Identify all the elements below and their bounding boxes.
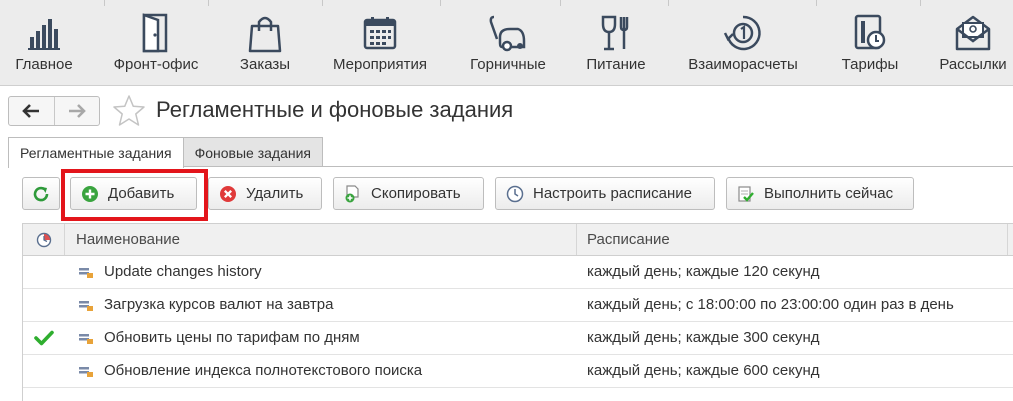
status-column-header[interactable]	[23, 224, 65, 255]
tariff-icon	[834, 12, 906, 54]
nav-item-tariffs[interactable]: Тарифы	[834, 12, 906, 78]
nav-item-label: Рассылки	[939, 56, 1007, 73]
nav-item-label: Тарифы	[841, 56, 899, 73]
job-icon	[79, 367, 93, 377]
job-name: Обновление индекса полнотекстового поиск…	[104, 362, 423, 379]
door-icon	[108, 12, 204, 54]
arrow-left-icon	[22, 104, 40, 118]
checkmark-icon	[34, 330, 54, 346]
history-navigation	[8, 96, 100, 126]
shopping-bag-icon	[230, 12, 300, 54]
nav-item-label: Взаиморасчеты	[688, 56, 798, 73]
coin-exchange-icon	[680, 12, 806, 54]
table-row[interactable]: Обновить цены по тарифам по дням каждый …	[23, 322, 1013, 355]
table-row[interactable]: Загрузка курсов валют на завтра каждый д…	[23, 289, 1013, 322]
tab-scheduled-jobs[interactable]: Регламентные задания	[8, 137, 184, 168]
job-icon	[79, 334, 93, 344]
job-schedule: каждый день; каждые 600 секунд	[587, 362, 820, 379]
job-name: Update changes history	[104, 263, 262, 280]
job-name: Обновить цены по тарифам по дням	[104, 329, 360, 346]
bar-chart-icon	[6, 12, 82, 54]
name-column-header[interactable]: Наименование	[65, 224, 577, 255]
favorite-star-icon[interactable]	[112, 94, 146, 128]
nav-item-events[interactable]: Мероприятия	[328, 12, 432, 78]
nav-item-front-office[interactable]: Фронт-офис	[108, 12, 204, 78]
nav-item-label: Питание	[586, 56, 646, 73]
table-row[interactable]: Update changes history каждый день; кажд…	[23, 256, 1013, 289]
arrow-right-icon	[68, 104, 86, 118]
top-navigation: Главное Фронт-офис Заказы Мероприятия Го…	[0, 0, 1013, 86]
nav-item-label: Мероприятия	[332, 56, 428, 73]
page-title: Регламентные и фоновые задания	[156, 97, 514, 122]
run-now-label: Выполнить сейчас	[764, 185, 894, 202]
refresh-button[interactable]	[22, 177, 60, 210]
job-icon	[79, 268, 93, 278]
delete-button-label: Удалить	[246, 185, 304, 202]
job-schedule: каждый день; с 18:00:00 по 23:00:00 один…	[587, 296, 954, 313]
wine-fork-icon	[580, 12, 652, 54]
nav-item-settlements[interactable]: Взаиморасчеты	[680, 12, 806, 78]
mail-icon	[934, 12, 1012, 54]
nav-item-label: Главное	[15, 56, 73, 73]
job-name: Загрузка курсов валют на завтра	[104, 296, 334, 313]
copy-icon	[344, 184, 362, 203]
enabled-cell	[23, 256, 65, 288]
jobs-table: Наименование Расписание Update changes h…	[22, 223, 1013, 401]
clock-icon	[506, 185, 524, 203]
add-button-label: Добавить	[108, 185, 175, 202]
job-schedule: каждый день; каждые 120 секунд	[587, 263, 820, 280]
add-icon	[81, 185, 99, 203]
enabled-cell	[23, 289, 65, 321]
job-schedule: каждый день; каждые 300 секунд	[587, 329, 820, 346]
schedule-column-header[interactable]: Расписание	[577, 224, 1008, 255]
nav-item-maids[interactable]: Горничные	[462, 12, 554, 78]
status-clock-icon	[36, 232, 51, 247]
vacuum-cleaner-icon	[462, 12, 554, 54]
delete-button[interactable]: Удалить	[208, 177, 322, 210]
refresh-icon	[33, 186, 49, 201]
nav-item-label: Горничные	[470, 56, 546, 73]
nav-item-label: Фронт-офис	[113, 56, 199, 73]
copy-button-label: Скопировать	[371, 185, 461, 202]
job-icon	[79, 301, 93, 311]
nav-separators	[0, 0, 1013, 6]
tab-background-jobs[interactable]: Фоновые задания	[182, 137, 324, 167]
delete-icon	[219, 185, 237, 203]
configure-schedule-label: Настроить расписание	[533, 185, 692, 202]
table-row[interactable]: Обновление индекса полнотекстового поиск…	[23, 355, 1013, 388]
table-header: Наименование Расписание	[23, 223, 1013, 256]
run-now-button[interactable]: Выполнить сейчас	[726, 177, 914, 210]
run-now-icon	[737, 185, 755, 203]
forward-button[interactable]	[53, 97, 99, 125]
back-button[interactable]	[9, 97, 54, 125]
add-button[interactable]: Добавить	[70, 177, 197, 210]
enabled-cell	[23, 322, 65, 354]
calendar-icon	[328, 12, 432, 54]
nav-item-main[interactable]: Главное	[6, 12, 82, 78]
nav-item-label: Заказы	[239, 56, 291, 73]
tab-strip: Регламентные задания Фоновые задания	[8, 137, 324, 168]
enabled-cell	[23, 355, 65, 387]
nav-item-mailings[interactable]: Рассылки	[934, 12, 1012, 78]
configure-schedule-button[interactable]: Настроить расписание	[495, 177, 715, 210]
nav-item-orders[interactable]: Заказы	[230, 12, 300, 78]
copy-button[interactable]: Скопировать	[333, 177, 484, 210]
nav-item-food[interactable]: Питание	[580, 12, 652, 78]
